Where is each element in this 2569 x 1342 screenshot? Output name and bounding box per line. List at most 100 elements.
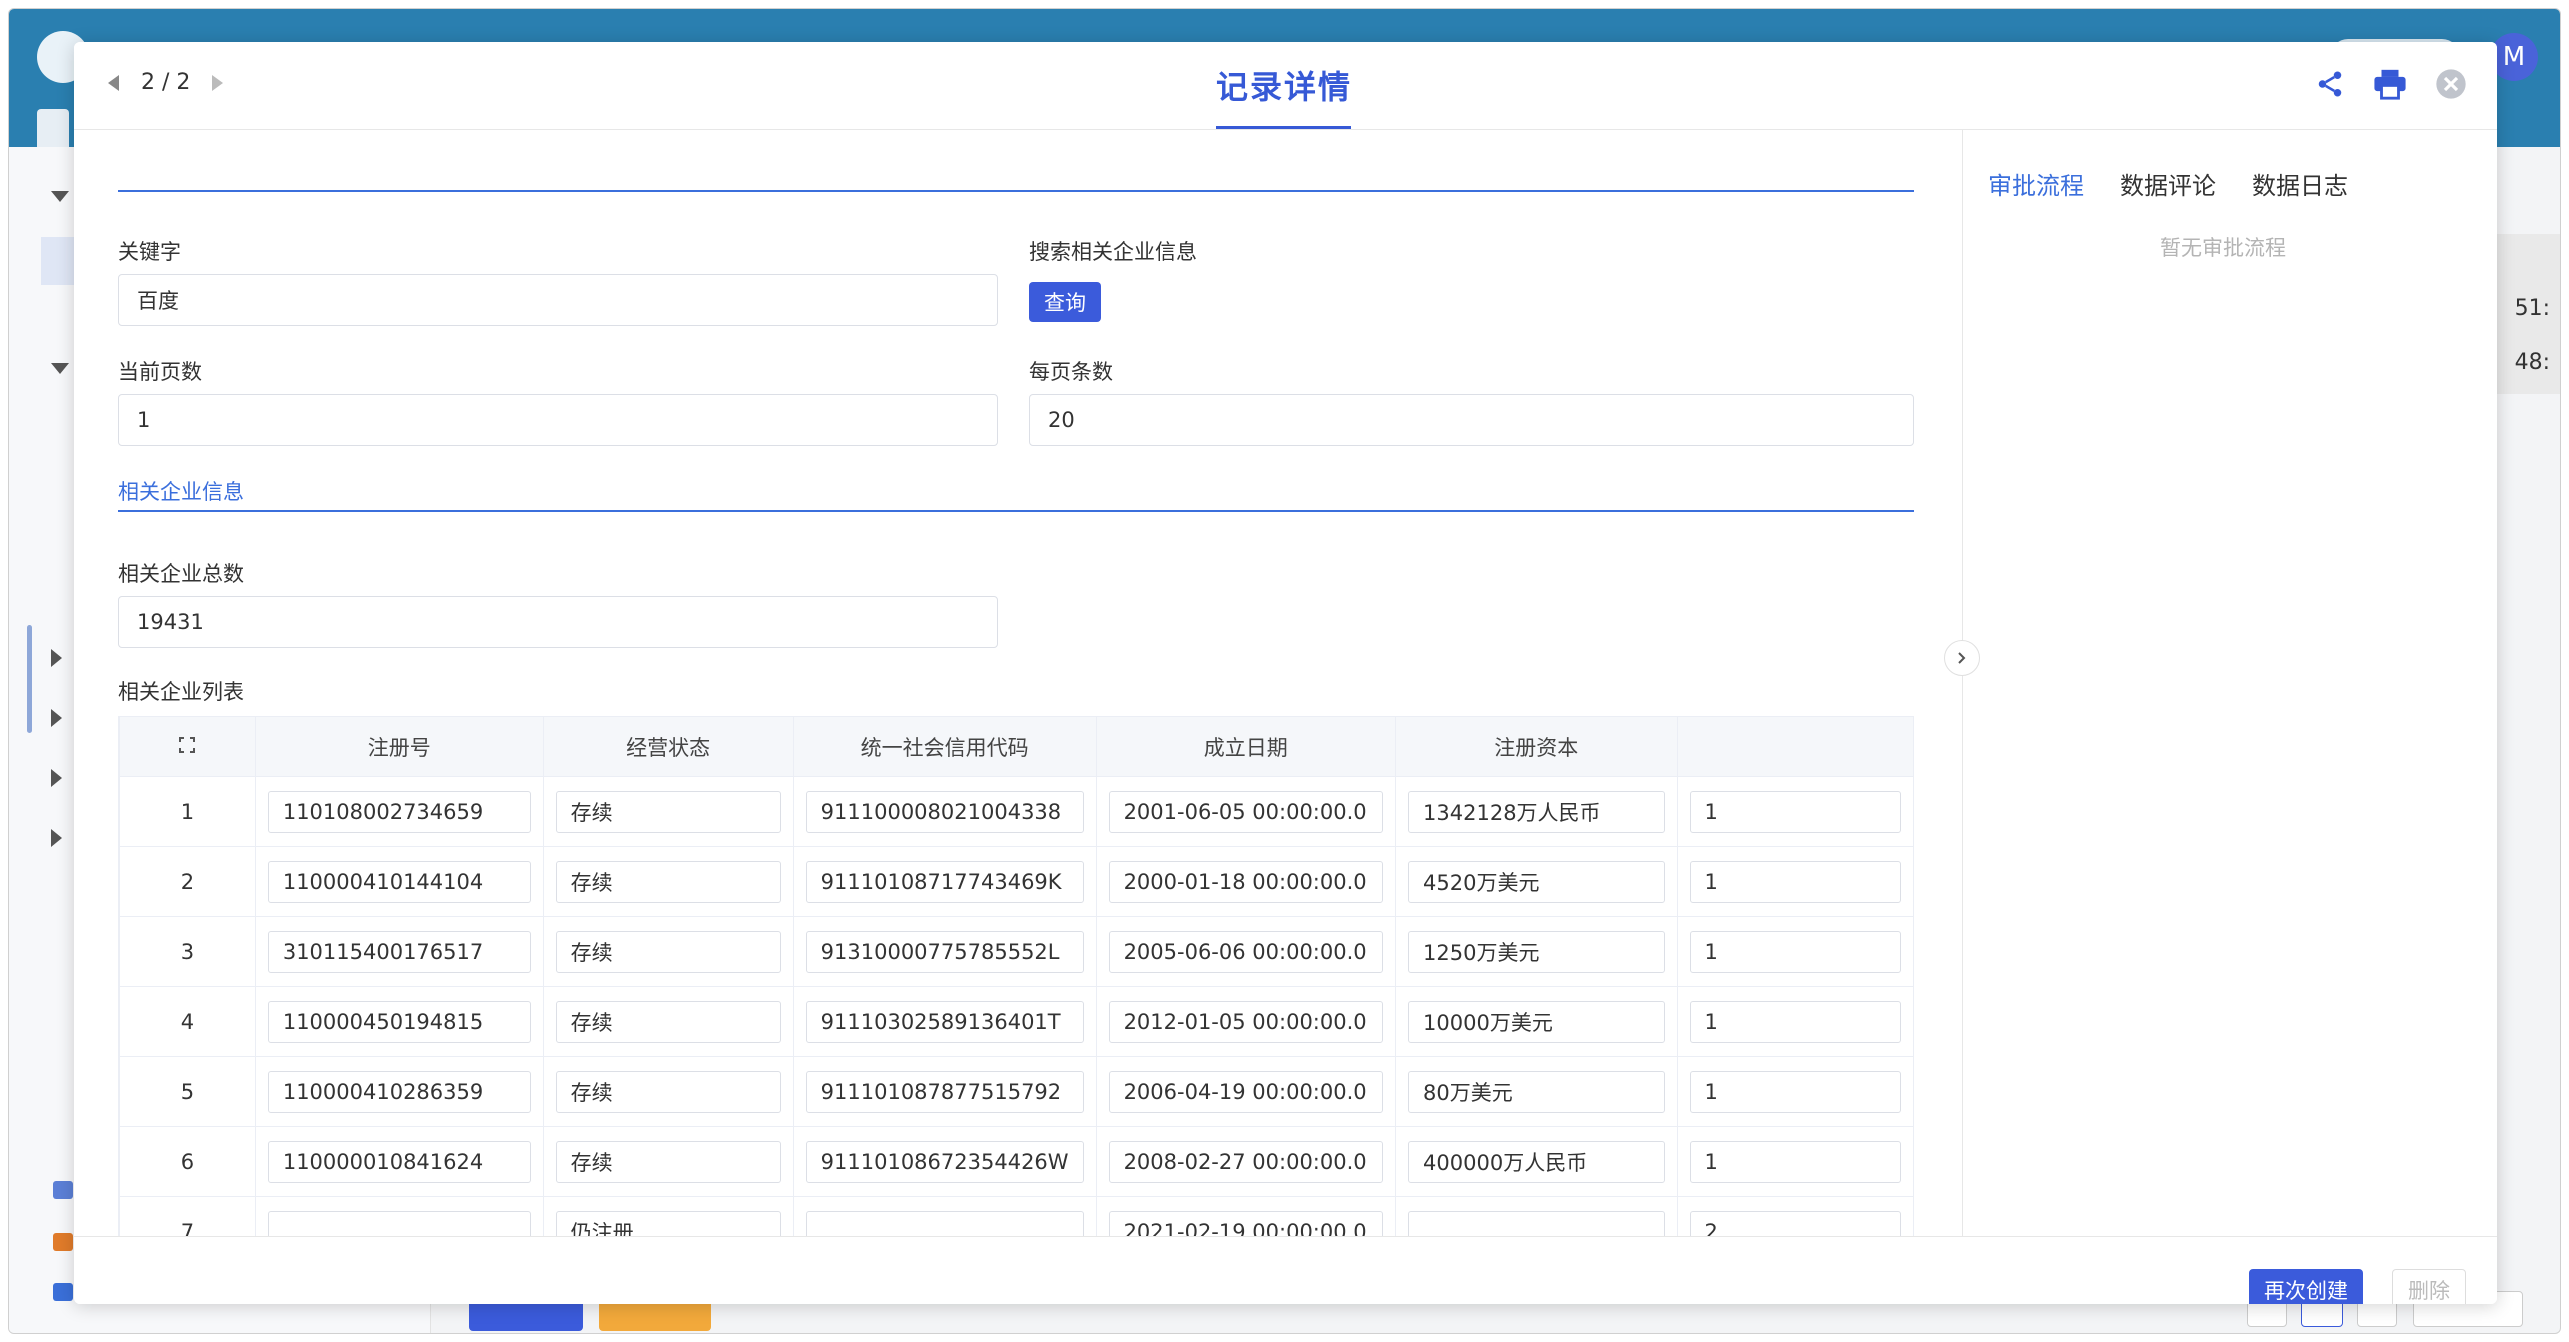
current-page-input[interactable]: 1	[118, 394, 998, 446]
cell-input-reg-no[interactable]	[267, 1210, 531, 1236]
cell-input-reg-no[interactable]: 110000010841624	[267, 1140, 531, 1183]
cell-input-status[interactable]: 存续	[555, 860, 781, 903]
keyword-label: 关键字	[118, 240, 181, 264]
total-input[interactable]: 19431	[118, 596, 998, 648]
cell-input-status[interactable]: 存续	[555, 1140, 781, 1183]
caret-down-icon[interactable]	[51, 191, 69, 202]
expand-icon[interactable]	[178, 736, 196, 754]
table-cell: 仍注册	[542, 1196, 794, 1236]
table-cell: 存续	[542, 986, 794, 1057]
cell-input-capital[interactable]	[1408, 1210, 1665, 1236]
expand-column-header[interactable]	[119, 716, 256, 777]
cell-input-date[interactable]: 2021-02-19 00:00:00.0	[1108, 1210, 1384, 1236]
cell-input-credit-code[interactable]	[805, 1210, 1084, 1236]
table-cell: 存续	[542, 1126, 794, 1197]
cell-input-reg-no[interactable]: 310115400176517	[267, 930, 531, 973]
cell-input-credit-code[interactable]: 91110108717743469K	[805, 860, 1084, 903]
cell-input-extra[interactable]: 1	[1689, 1000, 1901, 1043]
close-icon[interactable]	[2435, 68, 2467, 100]
keyword-input[interactable]: 百度	[118, 274, 998, 326]
side-panel-tabs: 审批流程 数据评论 数据日志	[1988, 166, 2348, 201]
cell-input-date[interactable]: 2005-06-06 00:00:00.0	[1108, 930, 1384, 973]
modal-title: 记录详情	[1216, 68, 1353, 106]
cell-input-extra[interactable]: 1	[1689, 930, 1901, 973]
cell-input-reg-no[interactable]: 110000450194815	[267, 1000, 531, 1043]
table-cell: 2000-01-18 00:00:00.0	[1095, 846, 1397, 917]
tab-approval-flow[interactable]: 审批流程	[1988, 166, 2084, 201]
app-tab[interactable]	[37, 109, 69, 149]
print-icon[interactable]	[2373, 68, 2407, 100]
record-detail-modal: 2 / 2 记录详情 关键字 百度 搜索相关企业信息 查询 当前页数 1 每页条…	[74, 42, 2497, 1304]
cell-input-status[interactable]: 存续	[555, 1070, 781, 1113]
cell-input-status[interactable]: 仍注册	[555, 1210, 781, 1236]
tab-data-log[interactable]: 数据日志	[2252, 166, 2348, 201]
cell-input-date[interactable]: 2006-04-19 00:00:00.0	[1108, 1070, 1384, 1113]
column-header-partial[interactable]	[1676, 716, 1914, 777]
table-cell: 1250万美元	[1395, 916, 1678, 987]
table-cell: 110000450194815	[254, 986, 544, 1057]
cell-input-extra[interactable]: 1	[1689, 1070, 1901, 1113]
column-header[interactable]: 统一社会信用代码	[792, 716, 1097, 777]
column-header[interactable]: 成立日期	[1095, 716, 1397, 777]
cell-input-credit-code[interactable]: 91110302589136401T	[805, 1000, 1084, 1043]
collapse-panel-button[interactable]	[1944, 640, 1980, 676]
cell-input-capital[interactable]: 1250万美元	[1408, 930, 1665, 973]
scrollbar-thumb[interactable]	[27, 625, 32, 733]
cell-input-extra[interactable]: 1	[1689, 860, 1901, 903]
cell-input-date[interactable]: 2000-01-18 00:00:00.0	[1108, 860, 1384, 903]
cell-input-status[interactable]: 存续	[555, 1000, 781, 1043]
query-button[interactable]: 查询	[1029, 282, 1101, 322]
cell-input-credit-code[interactable]: 911101087877515792	[805, 1070, 1084, 1113]
table-cell: 1	[1676, 986, 1914, 1057]
cell-input-reg-no[interactable]: 110108002734659	[267, 790, 531, 833]
table-cell: 1	[1676, 916, 1914, 987]
tab-data-comments[interactable]: 数据评论	[2120, 166, 2216, 201]
current-page-label: 当前页数	[118, 360, 202, 384]
caret-right-icon[interactable]	[51, 709, 62, 727]
cell-input-status[interactable]: 存续	[555, 930, 781, 973]
caret-right-icon[interactable]	[51, 829, 62, 847]
column-header[interactable]: 经营状态	[542, 716, 794, 777]
cell-input-capital[interactable]: 4520万美元	[1408, 860, 1665, 903]
bg-row-time: 51:	[2514, 296, 2550, 321]
cell-input-capital[interactable]: 80万美元	[1408, 1070, 1665, 1113]
page-size-input[interactable]: 20	[1029, 394, 1914, 446]
caret-down-icon[interactable]	[51, 363, 69, 374]
column-header[interactable]: 注册资本	[1395, 716, 1678, 777]
recreate-button[interactable]: 再次创建	[2249, 1269, 2363, 1304]
cell-input-capital[interactable]: 10000万美元	[1408, 1000, 1665, 1043]
cell-input-date[interactable]: 2008-02-27 00:00:00.0	[1108, 1140, 1384, 1183]
table-cell: 存续	[542, 776, 794, 847]
table-icon[interactable]	[53, 1233, 73, 1251]
prev-record-icon[interactable]	[108, 74, 119, 91]
cell-input-reg-no[interactable]: 110000410286359	[267, 1070, 531, 1113]
table-row: 4 110000450194815 存续 91110302589136401T 2012…	[119, 986, 1914, 1057]
caret-right-icon[interactable]	[51, 769, 62, 787]
table-cell: 91110108717743469K	[792, 846, 1097, 917]
cell-input-credit-code[interactable]: 911100008021004338	[805, 790, 1084, 833]
table-cell: 110000010841624	[254, 1126, 544, 1197]
column-header[interactable]: 注册号	[254, 716, 544, 777]
table-cell: 110000410286359	[254, 1056, 544, 1127]
folder-icon[interactable]	[53, 1283, 73, 1301]
cell-input-credit-code[interactable]: 91110108672354426W	[805, 1140, 1084, 1183]
cell-input-capital[interactable]: 400000万人民币	[1408, 1140, 1665, 1183]
cell-input-reg-no[interactable]: 110000410144104	[267, 860, 531, 903]
avatar[interactable]: M	[2490, 33, 2538, 81]
share-icon[interactable]	[2315, 69, 2345, 99]
delete-button[interactable]: 删除	[2392, 1269, 2466, 1304]
form-icon[interactable]	[53, 1181, 73, 1199]
cell-input-date[interactable]: 2001-06-05 00:00:00.0	[1108, 790, 1384, 833]
next-record-icon[interactable]	[212, 74, 224, 91]
cell-input-status[interactable]: 存续	[555, 790, 781, 833]
cell-input-extra[interactable]: 1	[1689, 1140, 1901, 1183]
cell-input-extra[interactable]: 1	[1689, 790, 1901, 833]
table-cell: 1	[1676, 1056, 1914, 1127]
section-divider	[118, 190, 1914, 192]
cell-input-date[interactable]: 2012-01-05 00:00:00.0	[1108, 1000, 1384, 1043]
cell-input-credit-code[interactable]: 91310000775785552L	[805, 930, 1084, 973]
caret-right-icon[interactable]	[51, 649, 62, 667]
table-cell: 2021-02-19 00:00:00.0	[1095, 1196, 1397, 1236]
cell-input-capital[interactable]: 1342128万人民币	[1408, 790, 1665, 833]
cell-input-extra[interactable]: 2	[1689, 1210, 1901, 1236]
